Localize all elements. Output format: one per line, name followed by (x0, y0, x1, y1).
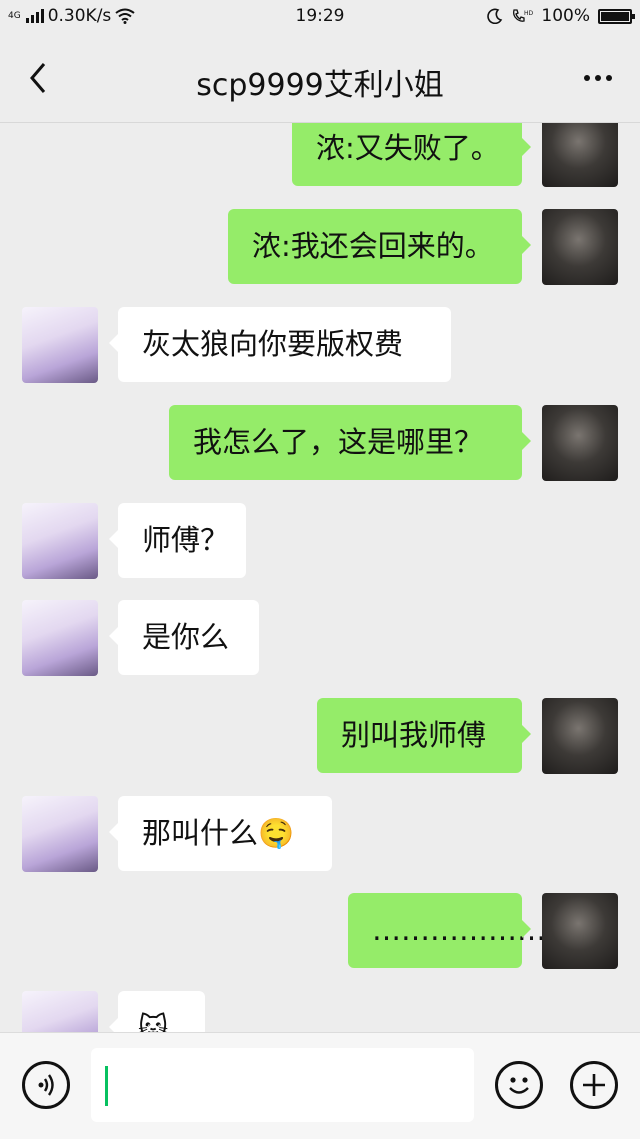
my-avatar[interactable] (542, 123, 618, 187)
message-bubble-received[interactable]: 是你么 (109, 600, 259, 675)
contact-avatar[interactable] (22, 307, 98, 383)
chat-header: scp9999艾利小姐 (0, 34, 640, 123)
voice-icon[interactable] (22, 1061, 70, 1109)
contact-avatar[interactable] (22, 796, 98, 872)
status-right: HD 100% (487, 6, 635, 26)
message-bubble-received[interactable]: 那叫什么🤤 (109, 796, 332, 871)
drooling-emoji-icon: 🤤 (258, 816, 295, 850)
message-bubble-sent[interactable]: ……………… (348, 893, 546, 968)
text-caret (105, 1066, 108, 1106)
message-input[interactable] (91, 1048, 474, 1122)
message-bubble-received[interactable]: 灰太狼向你要版权费 (109, 307, 451, 382)
message-text: 那叫什么 (142, 816, 259, 850)
my-avatar[interactable] (542, 698, 618, 774)
message-bubble-received[interactable]: 🐱 (109, 991, 205, 1032)
battery-icon (598, 8, 635, 24)
more-dots-icon[interactable] (578, 58, 618, 98)
message-bubble-sent[interactable]: 浓:又失败了。 (292, 123, 531, 186)
plus-icon[interactable] (570, 1061, 618, 1109)
my-avatar[interactable] (542, 209, 618, 285)
moon-icon (487, 8, 503, 24)
contact-avatar[interactable] (22, 503, 98, 579)
message-bubble-sent[interactable]: 别叫我师傅 (317, 698, 531, 773)
battery-percent: 100% (541, 6, 590, 26)
message-list[interactable]: 浓:又失败了。 浓:我还会回来的。 灰太狼向你要版权费 我怎么了，这是哪里？ 师… (0, 123, 640, 1032)
message-bubble-received[interactable]: 师傅？ (109, 503, 246, 578)
status-bar: 4G 0.30K/s 19:29 HD 100% (0, 0, 640, 34)
chat-title: scp9999艾利小姐 (196, 68, 444, 103)
my-avatar[interactable] (542, 405, 618, 481)
cat-sticker-icon: 🐱 (138, 1011, 169, 1032)
emoji-icon[interactable] (495, 1061, 543, 1109)
contact-avatar[interactable] (22, 600, 98, 676)
svg-text:HD: HD (524, 10, 533, 17)
message-bubble-sent[interactable]: 我怎么了，这是哪里？ (169, 405, 531, 480)
battery-fill (601, 11, 629, 21)
contact-avatar[interactable] (22, 991, 98, 1032)
hd-call-icon: HD (513, 9, 533, 22)
input-bar (0, 1032, 640, 1139)
my-avatar[interactable] (542, 893, 618, 969)
message-bubble-sent[interactable]: 浓:我还会回来的。 (228, 209, 531, 284)
